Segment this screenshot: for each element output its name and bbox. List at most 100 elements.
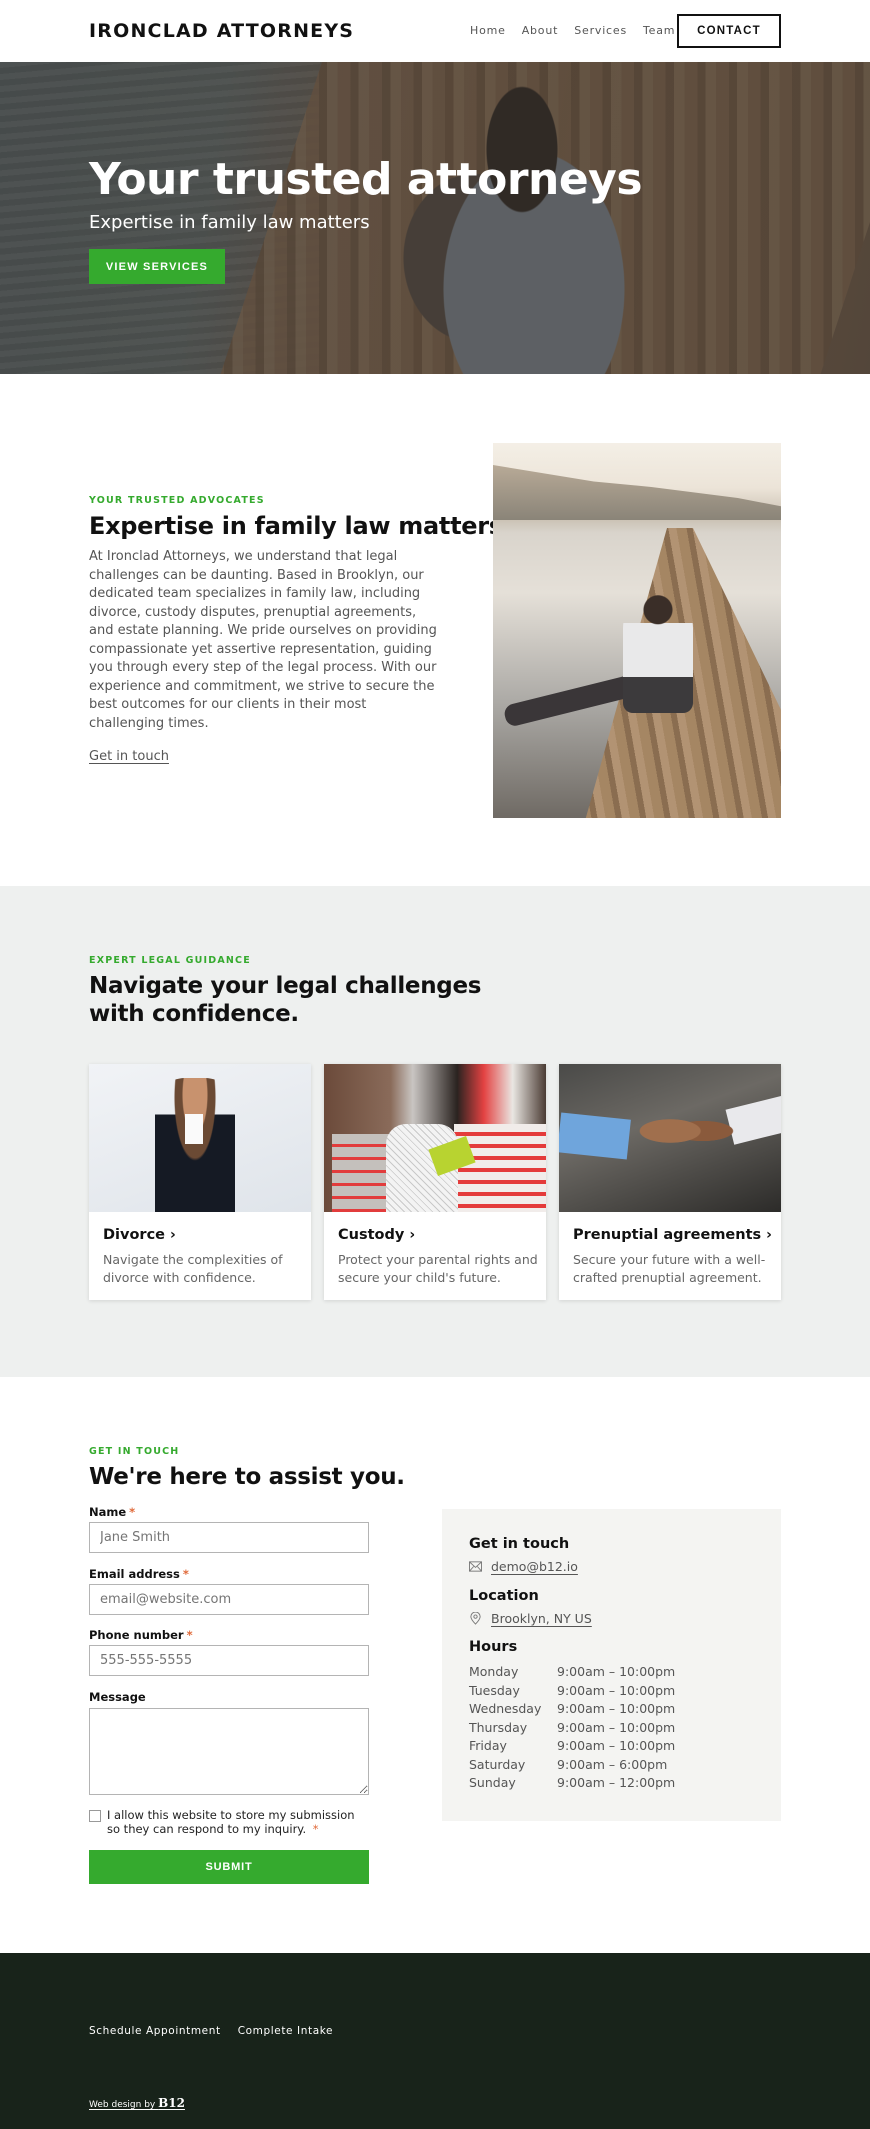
schedule-appointment-link[interactable]: Schedule Appointment xyxy=(89,2025,221,2037)
service-card-title[interactable]: Prenuptial agreements › xyxy=(573,1227,772,1243)
contact-button[interactable]: CONTACT xyxy=(677,14,781,48)
get-in-touch-heading: Get in touch xyxy=(469,1536,570,1552)
hours-day: Saturday xyxy=(469,1756,526,1772)
email-label-text: Email address xyxy=(89,1567,180,1581)
hero-section: Your trusted attorneys Expertise in fami… xyxy=(0,62,870,374)
consent-text: I allow this website to store my submiss… xyxy=(107,1808,367,1836)
required-marker: * xyxy=(186,1628,193,1642)
service-card-title[interactable]: Custody › xyxy=(338,1227,415,1243)
hours-row: Sunday 9:00am – 12:00pm xyxy=(469,1774,675,1793)
custody-image-child-right xyxy=(454,1124,546,1212)
hours-time: 9:00am – 10:00pm xyxy=(557,1738,676,1753)
services-eyebrow: EXPERT LEGAL GUIDANCE xyxy=(89,955,251,966)
hero-subtitle: Expertise in family law matters xyxy=(89,212,370,233)
prenuptial-image-sleeve-left xyxy=(559,1112,631,1160)
hours-row: Monday 9:00am – 10:00pm xyxy=(469,1663,675,1682)
hero-title: Your trusted attorneys xyxy=(89,154,643,205)
email-input[interactable] xyxy=(89,1584,369,1615)
complete-intake-link[interactable]: Complete Intake xyxy=(238,2025,333,2037)
message-textarea[interactable] xyxy=(89,1708,369,1795)
name-input[interactable] xyxy=(89,1522,369,1553)
site-header: IRONCLAD ATTORNEYS Home About Services T… xyxy=(0,0,870,62)
hours-table: Monday 9:00am – 10:00pm Tuesday 9:00am – 1… xyxy=(469,1663,675,1793)
phone-label: Phone number * xyxy=(89,1628,193,1642)
divorce-image-shirt xyxy=(185,1114,203,1144)
hours-time: 9:00am – 10:00pm xyxy=(557,1682,676,1698)
hours-heading: Hours xyxy=(469,1639,518,1655)
prenuptial-image-handshake xyxy=(627,1106,735,1156)
chevron-right-icon: › xyxy=(409,1227,416,1243)
chevron-right-icon: › xyxy=(766,1227,772,1243)
get-in-touch-link[interactable]: Get in touch xyxy=(89,749,169,764)
hours-day: Friday xyxy=(469,1738,507,1753)
service-card-description: Navigate the complexities of divorce wit… xyxy=(103,1252,283,1285)
about-image-hill xyxy=(493,465,781,520)
prenuptial-image xyxy=(559,1064,781,1212)
message-label: Message xyxy=(89,1690,146,1704)
location-row: Brooklyn, NY US xyxy=(469,1611,592,1626)
nav-home[interactable]: Home xyxy=(470,24,506,37)
hours-row: Wednesday 9:00am – 10:00pm xyxy=(469,1700,675,1719)
service-card-title[interactable]: Divorce › xyxy=(103,1227,176,1243)
custody-image-child-left xyxy=(332,1134,392,1212)
hours-row: Tuesday 9:00am – 10:00pm xyxy=(469,1682,675,1701)
hours-day: Tuesday xyxy=(469,1682,520,1698)
divorce-image xyxy=(89,1064,311,1212)
consent-row: I allow this website to store my submiss… xyxy=(89,1808,367,1836)
hours-day: Wednesday xyxy=(469,1701,542,1716)
view-services-button[interactable]: VIEW SERVICES xyxy=(89,249,225,284)
phone-input[interactable] xyxy=(89,1645,369,1676)
credit-prefix: Web design by xyxy=(89,2100,159,2110)
footer-links: Schedule Appointment Complete Intake xyxy=(89,2025,333,2037)
envelope-icon xyxy=(469,1561,482,1572)
about-image xyxy=(493,443,781,818)
about-body: At Ironclad Attorneys, we understand tha… xyxy=(89,549,437,731)
hours-row: Thursday 9:00am – 10:00pm xyxy=(469,1719,675,1738)
email-link[interactable]: demo@b12.io xyxy=(491,1559,578,1574)
name-label-text: Name xyxy=(89,1505,127,1519)
about-title: Expertise in family law matters xyxy=(89,512,503,540)
contact-info-panel: Get in touch demo@b12.io Location Brookl… xyxy=(442,1509,781,1821)
custody-image xyxy=(324,1064,546,1212)
hours-time: 9:00am – 12:00pm xyxy=(557,1775,676,1790)
submit-button[interactable]: SUBMIT xyxy=(89,1850,369,1884)
service-card-title-text: Prenuptial agreements xyxy=(573,1227,762,1243)
site-logo[interactable]: IRONCLAD ATTORNEYS xyxy=(89,20,354,42)
hours-day: Thursday xyxy=(469,1719,528,1735)
service-card-description: Protect your parental rights and secure … xyxy=(338,1252,538,1285)
about-eyebrow: YOUR TRUSTED ADVOCATES xyxy=(89,495,265,506)
nav-about[interactable]: About xyxy=(522,24,559,37)
email-label: Email address * xyxy=(89,1567,189,1581)
nav-team[interactable]: Team xyxy=(643,24,675,37)
hours-time: 9:00am – 10:00pm xyxy=(557,1664,676,1679)
consent-checkbox[interactable] xyxy=(89,1810,101,1822)
service-card-title-text: Divorce xyxy=(103,1227,166,1243)
phone-label-text: Phone number xyxy=(89,1628,184,1642)
email-row: demo@b12.io xyxy=(469,1559,578,1574)
hours-day: Monday xyxy=(469,1664,519,1679)
divorce-image-woman xyxy=(155,1078,235,1212)
hours-day: Sunday xyxy=(469,1775,516,1790)
web-design-credit-link[interactable]: Web design by B12 xyxy=(89,2096,185,2110)
hours-time: 9:00am – 10:00pm xyxy=(557,1701,676,1716)
hours-time: 9:00am – 10:00pm xyxy=(557,1719,676,1735)
service-card-title-text: Custody xyxy=(338,1227,405,1243)
service-card-description: Secure your future with a well-crafted p… xyxy=(573,1252,766,1285)
main-nav: Home About Services Team xyxy=(470,24,675,37)
contact-title: We're here to assist you. xyxy=(89,1464,405,1490)
chevron-right-icon: › xyxy=(170,1227,176,1243)
hours-row: Saturday 9:00am – 6:00pm xyxy=(469,1756,675,1775)
nav-services[interactable]: Services xyxy=(574,24,627,37)
location-link[interactable]: Brooklyn, NY US xyxy=(491,1611,592,1626)
service-card-prenuptial[interactable]: Prenuptial agreements › Secure your futu… xyxy=(559,1064,781,1300)
name-label: Name * xyxy=(89,1505,135,1519)
about-image-father xyxy=(623,593,693,713)
service-card-custody[interactable]: Custody › Protect your parental rights a… xyxy=(324,1064,546,1300)
service-card-divorce[interactable]: Divorce › Navigate the complexities of d… xyxy=(89,1064,311,1300)
location-heading: Location xyxy=(469,1588,539,1604)
required-marker: * xyxy=(312,1822,319,1836)
services-title: Navigate your legal challenges with conf… xyxy=(89,973,482,1027)
hours-time: 9:00am – 6:00pm xyxy=(557,1756,668,1772)
required-marker: * xyxy=(129,1505,136,1519)
hours-row: Friday 9:00am – 10:00pm xyxy=(469,1737,675,1756)
